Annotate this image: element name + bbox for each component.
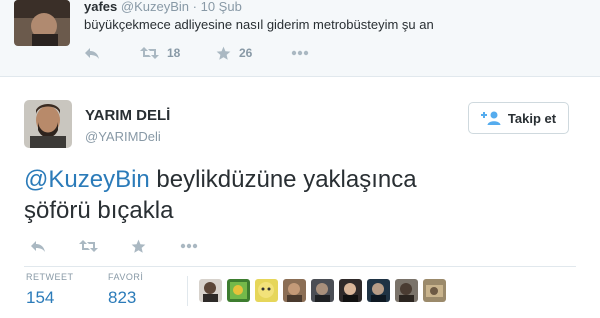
follow-button[interactable]: Takip et (468, 102, 569, 134)
favorite-star-icon (216, 46, 231, 60)
tweet-date[interactable]: 10 Şub (201, 0, 242, 14)
retweet-count: 18 (167, 46, 181, 60)
reply-icon (31, 241, 45, 252)
retweet-stat-label: RETWEET (26, 272, 74, 282)
favoriters-avatars (199, 279, 451, 302)
divider (24, 266, 576, 267)
favorite-star-icon (131, 239, 146, 253)
author-handle[interactable]: @YARIMDeli (85, 129, 161, 144)
more-button[interactable] (180, 238, 198, 254)
tweet-text-line2: şöförü bıçakla (24, 197, 174, 224)
tweet-text: büyükçekmece adliyesine nasıl giderim me… (84, 17, 434, 32)
retweet-stat-value[interactable]: 154 (26, 288, 54, 308)
reply-button[interactable] (84, 45, 100, 61)
author-avatar[interactable] (24, 100, 72, 148)
more-icon (180, 243, 198, 249)
separator: · (192, 0, 197, 14)
favoriter-avatar[interactable] (227, 279, 250, 302)
favorite-button[interactable]: 26 (216, 45, 252, 61)
favoriter-avatar[interactable] (423, 279, 446, 302)
retweet-button[interactable] (79, 238, 98, 254)
favorite-count: 26 (239, 46, 253, 60)
retweet-icon (79, 240, 98, 252)
favorite-stat-value[interactable]: 823 (108, 288, 136, 308)
tweet-text-line1: beylikdüzüne yaklaşınca (149, 166, 417, 193)
more-button[interactable] (291, 45, 309, 61)
author-name[interactable]: YARIM DELİ (85, 107, 170, 124)
favorite-button[interactable] (131, 238, 146, 254)
favoriter-avatar[interactable] (395, 279, 418, 302)
avatar[interactable] (14, 0, 70, 46)
stat-separator (187, 276, 188, 306)
author-name[interactable]: yafes (84, 0, 117, 14)
follow-label: Takip et (507, 110, 557, 126)
tweet-header: yafes @KuzeyBin · 10 Şub (84, 0, 242, 13)
tweet-text: @KuzeyBin beylikdüzüne yaklaşınca şöförü… (24, 164, 584, 226)
more-icon (291, 50, 309, 56)
favoriter-avatar[interactable] (199, 279, 222, 302)
follow-person-plus-icon (480, 111, 501, 125)
author-handle[interactable]: @KuzeyBin (121, 0, 189, 14)
favoriter-avatar[interactable] (255, 279, 278, 302)
favoriter-avatar[interactable] (283, 279, 306, 302)
favoriter-avatar[interactable] (311, 279, 334, 302)
retweet-icon (140, 47, 159, 59)
mention-link[interactable]: @KuzeyBin (24, 166, 150, 193)
favoriter-avatar[interactable] (367, 279, 390, 302)
reply-button[interactable] (30, 238, 46, 254)
conversation-tweet: yafes @KuzeyBin · 10 Şub büyükçekmece ad… (0, 0, 600, 77)
favoriter-avatar[interactable] (339, 279, 362, 302)
favorite-stat-label: FAVORİ (108, 272, 144, 282)
retweet-button[interactable]: 18 (140, 45, 180, 61)
reply-icon (85, 48, 99, 59)
